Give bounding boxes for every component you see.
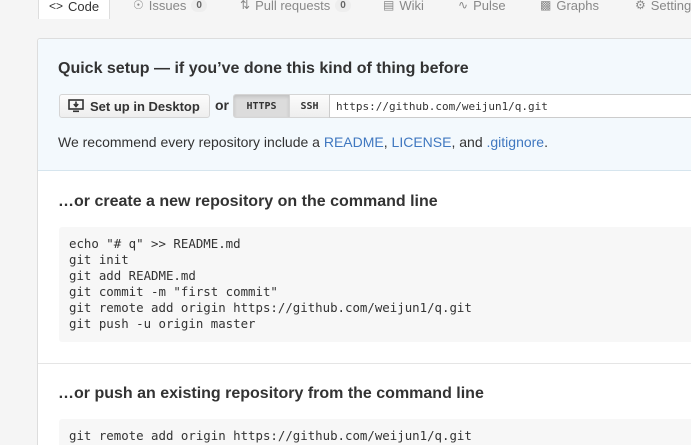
- pull-request-icon: ⇅: [240, 0, 251, 12]
- tab-graphs[interactable]: ▩ Graphs: [540, 0, 599, 17]
- tab-code-label: Code: [68, 0, 100, 14]
- quick-setup-title: Quick setup — if you’ve done this kind o…: [58, 60, 469, 77]
- recommend-sep-1: ,: [383, 134, 392, 150]
- create-repo-title: …or create a new repository on the comma…: [58, 193, 438, 210]
- tab-wiki[interactable]: ▤ Wiki: [383, 0, 424, 17]
- tab-settings-label: Settings: [650, 0, 691, 13]
- tab-settings[interactable]: ⚙ Settings: [635, 0, 691, 17]
- setup-desktop-button[interactable]: Set up in Desktop: [59, 94, 210, 118]
- code-icon: <>: [49, 0, 64, 13]
- push-repo-code: git remote add origin https://github.com…: [59, 419, 691, 445]
- tab-pulse-label: Pulse: [473, 0, 506, 13]
- issue-icon: ☉: [133, 0, 144, 12]
- tab-pull-requests-label: Pull requests: [255, 0, 331, 13]
- tab-issues-label: Issues: [148, 0, 187, 13]
- book-icon: ▤: [383, 0, 395, 12]
- section-divider: [38, 363, 691, 364]
- recommend-prefix: We recommend every repository include a: [58, 134, 324, 150]
- license-link[interactable]: LICENSE: [392, 134, 452, 150]
- graph-icon: ▩: [540, 0, 552, 12]
- create-repo-code: echo "# q" >> README.md git init git add…: [59, 227, 691, 342]
- tab-wiki-label: Wiki: [399, 0, 424, 13]
- setup-desktop-label: Set up in Desktop: [90, 98, 200, 114]
- tab-code[interactable]: <> Code: [38, 0, 111, 19]
- clone-url-input[interactable]: [329, 94, 691, 118]
- desktop-download-icon: [68, 99, 84, 113]
- pulse-icon: ∿: [458, 0, 469, 12]
- empty-repo-panel: Quick setup — if you’ve done this kind o…: [37, 38, 691, 445]
- https-toggle[interactable]: HTTPS: [233, 94, 290, 118]
- issues-counter: 0: [191, 0, 207, 12]
- recommend-sep-2: , and: [451, 134, 487, 150]
- recommend-text: We recommend every repository include a …: [58, 134, 548, 150]
- ssh-toggle[interactable]: SSH: [289, 94, 330, 118]
- push-repo-title: …or push an existing repository from the…: [58, 385, 484, 402]
- tab-issues[interactable]: ☉ Issues 0: [133, 0, 207, 17]
- tab-pulse[interactable]: ∿ Pulse: [458, 0, 506, 17]
- gear-icon: ⚙: [635, 0, 646, 12]
- pull-requests-counter: 0: [335, 0, 351, 12]
- repo-nav: <> Code ☉ Issues 0 ⇅ Pull requests 0 ▤ W…: [0, 0, 691, 19]
- gitignore-link[interactable]: .gitignore: [487, 134, 545, 150]
- recommend-period: .: [544, 134, 548, 150]
- readme-link[interactable]: README: [324, 134, 384, 150]
- or-text: or: [215, 97, 229, 113]
- quick-setup: Quick setup — if you’ve done this kind o…: [38, 39, 691, 171]
- tab-graphs-label: Graphs: [556, 0, 599, 13]
- tab-pull-requests[interactable]: ⇅ Pull requests 0: [240, 0, 351, 17]
